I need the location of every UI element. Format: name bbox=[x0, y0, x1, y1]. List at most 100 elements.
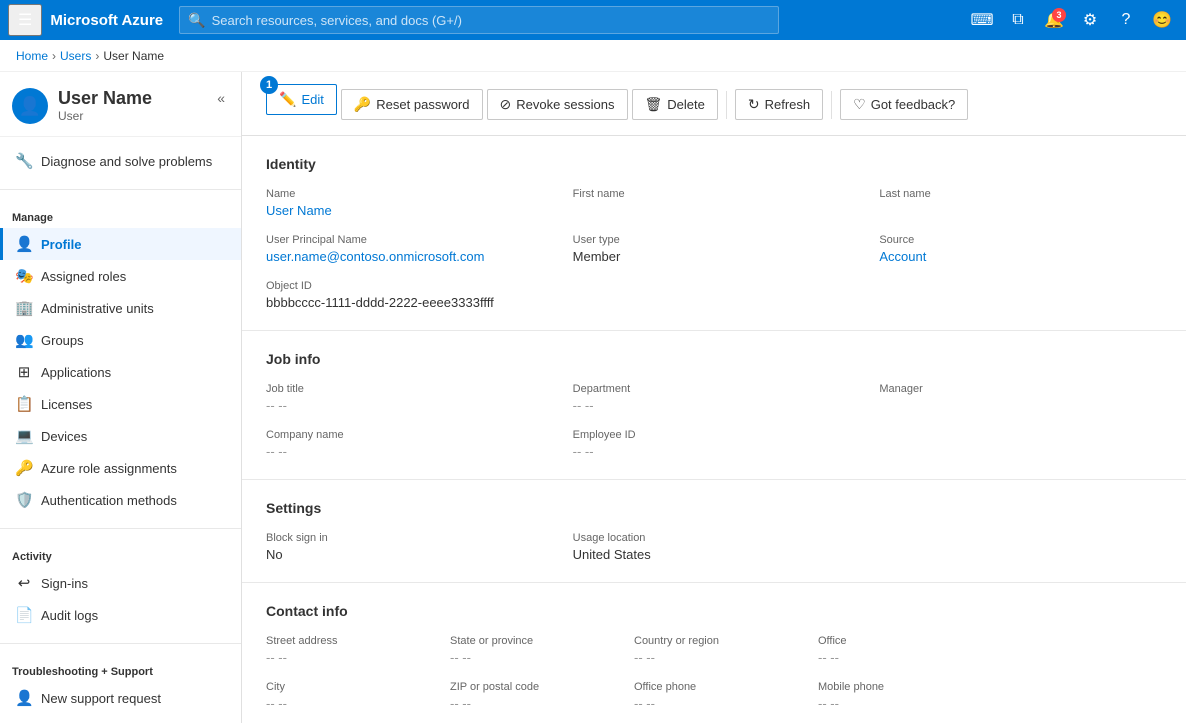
sidebar-item-azure-role[interactable]: 🔑 Azure role assignments bbox=[0, 452, 241, 484]
sidebar-item-new-support[interactable]: 👤 New support request bbox=[0, 682, 241, 714]
upn-value[interactable]: user.name@contoso.onmicrosoft.com bbox=[266, 249, 549, 264]
sidebar-item-admin-units[interactable]: 🏢 Administrative units bbox=[0, 292, 241, 324]
name-value[interactable]: User Name bbox=[266, 203, 549, 218]
first-name-field: First name bbox=[573, 188, 856, 218]
sidebar-groups-label: Groups bbox=[41, 333, 84, 348]
source-field: Source Account bbox=[879, 234, 1162, 264]
refresh-label: Refresh bbox=[765, 97, 811, 112]
sidebar-divider-2 bbox=[0, 528, 241, 529]
feedback-label: Got feedback? bbox=[871, 97, 956, 112]
sidebar-manage-section: Manage 👤 Profile 🎭 Assigned roles 🏢 Admi… bbox=[0, 194, 241, 524]
sidebar-divider-3 bbox=[0, 643, 241, 644]
zip-field: ZIP or postal code -- -- bbox=[450, 681, 610, 711]
country-value: -- -- bbox=[634, 650, 794, 665]
cloud-shell-button[interactable]: ⌨ bbox=[966, 4, 998, 36]
reset-password-button[interactable]: 🔑 Reset password bbox=[341, 89, 483, 120]
office-phone-value: -- -- bbox=[634, 696, 794, 711]
sidebar-item-profile[interactable]: 👤 Profile bbox=[0, 228, 241, 260]
upn-field: User Principal Name user.name@contoso.on… bbox=[266, 234, 549, 264]
feedback-button[interactable]: ♡ Got feedback? bbox=[840, 89, 968, 120]
department-field: Department -- -- bbox=[573, 383, 856, 413]
content-header: 1 ✏️ Edit 🔑 Reset password ⊘ Revoke sess… bbox=[242, 72, 1186, 136]
sidebar-user-name: User Name bbox=[58, 88, 152, 109]
department-label: Department bbox=[573, 383, 856, 395]
avatar: 👤 bbox=[12, 88, 48, 124]
object-id-label: Object ID bbox=[266, 280, 549, 292]
sidebar-item-groups[interactable]: 👥 Groups bbox=[0, 324, 241, 356]
contact-info-grid: Street address -- -- State or province -… bbox=[266, 635, 1162, 711]
search-icon: 🔍 bbox=[188, 12, 205, 29]
job-title-label: Job title bbox=[266, 383, 549, 395]
support-icon: 👤 bbox=[15, 689, 33, 707]
sidebar-assigned-roles-label: Assigned roles bbox=[41, 269, 126, 284]
office-label: Office bbox=[818, 635, 978, 647]
hamburger-menu[interactable]: ☰ bbox=[8, 4, 42, 36]
refresh-button[interactable]: ↻ Refresh bbox=[735, 89, 823, 120]
mobile-phone-value: -- -- bbox=[818, 696, 978, 711]
sidebar-item-assigned-roles[interactable]: 🎭 Assigned roles bbox=[0, 260, 241, 292]
object-id-value: bbbbcccc-1111-dddd-2222-eeee3333ffff bbox=[266, 295, 549, 310]
app-logo: Microsoft Azure bbox=[50, 12, 163, 29]
country-field: Country or region -- -- bbox=[634, 635, 794, 665]
delete-label: Delete bbox=[667, 97, 705, 112]
breadcrumb-users[interactable]: Users bbox=[60, 49, 91, 63]
revoke-sessions-label: Revoke sessions bbox=[516, 97, 614, 112]
breadcrumb-sep-2: › bbox=[95, 49, 99, 63]
block-signin-field: Block sign in No bbox=[266, 532, 549, 562]
settings-grid: Block sign in No Usage location United S… bbox=[266, 532, 1162, 562]
last-name-label: Last name bbox=[879, 188, 1162, 200]
top-navigation: ☰ Microsoft Azure 🔍 ⌨ ⧉ 🔔 3 ⚙ ? 😊 bbox=[0, 0, 1186, 40]
roles-icon: 🎭 bbox=[15, 267, 33, 285]
office-value: -- -- bbox=[818, 650, 978, 665]
licenses-icon: 📋 bbox=[15, 395, 33, 413]
sidebar-item-diagnose[interactable]: 🔧 Diagnose and solve problems bbox=[0, 145, 241, 177]
sidebar-user-role: User bbox=[58, 109, 152, 123]
settings-title: Settings bbox=[266, 500, 1162, 516]
wrench-icon: 🔧 bbox=[15, 152, 33, 170]
sidebar-item-devices[interactable]: 💻 Devices bbox=[0, 420, 241, 452]
sidebar-item-auth-methods[interactable]: 🛡️ Authentication methods bbox=[0, 484, 241, 516]
office-phone-label: Office phone bbox=[634, 681, 794, 693]
sidebar: 👤 User Name User « 🔧 Diagnose and solve … bbox=[0, 72, 242, 723]
search-bar[interactable]: 🔍 bbox=[179, 6, 779, 34]
first-name-label: First name bbox=[573, 188, 856, 200]
settings-button[interactable]: ⚙ bbox=[1074, 4, 1106, 36]
revoke-sessions-button[interactable]: ⊘ Revoke sessions bbox=[487, 89, 628, 120]
mobile-phone-label: Mobile phone bbox=[818, 681, 978, 693]
company-field: Company name -- -- bbox=[266, 429, 549, 459]
support-section-title: Troubleshooting + Support bbox=[0, 656, 241, 682]
account-button[interactable]: 😊 bbox=[1146, 4, 1178, 36]
source-value[interactable]: Account bbox=[879, 249, 1162, 264]
last-name-field: Last name bbox=[879, 188, 1162, 218]
sidebar-item-applications[interactable]: ⊞ Applications bbox=[0, 356, 241, 388]
help-button[interactable]: ? bbox=[1110, 4, 1142, 36]
delete-icon: 🗑 bbox=[645, 96, 663, 113]
notifications-button[interactable]: 🔔 3 bbox=[1038, 4, 1070, 36]
sidebar-azure-role-label: Azure role assignments bbox=[41, 461, 177, 476]
sidebar-admin-units-label: Administrative units bbox=[41, 301, 154, 316]
applications-icon: ⊞ bbox=[15, 363, 33, 381]
office-phone-field: Office phone -- -- bbox=[634, 681, 794, 711]
zip-value: -- -- bbox=[450, 696, 610, 711]
sidebar-collapse-button[interactable]: « bbox=[213, 88, 229, 108]
office-field: Office -- -- bbox=[818, 635, 978, 665]
manage-section-title: Manage bbox=[0, 202, 241, 228]
company-label: Company name bbox=[266, 429, 549, 441]
street-label: Street address bbox=[266, 635, 426, 647]
sidebar-item-licenses[interactable]: 📋 Licenses bbox=[0, 388, 241, 420]
state-value: -- -- bbox=[450, 650, 610, 665]
name-label: Name bbox=[266, 188, 549, 200]
user-type-label: User type bbox=[573, 234, 856, 246]
search-input[interactable] bbox=[212, 13, 771, 28]
street-field: Street address -- -- bbox=[266, 635, 426, 665]
name-field: Name User Name bbox=[266, 188, 549, 218]
contact-info-section: Contact info Street address -- -- State … bbox=[242, 583, 1186, 723]
directory-button[interactable]: ⧉ bbox=[1002, 4, 1034, 36]
delete-button[interactable]: 🗑 Delete bbox=[632, 89, 718, 120]
job-title-field: Job title -- -- bbox=[266, 383, 549, 413]
revoke-icon: ⊘ bbox=[500, 96, 512, 113]
user-type-value: Member bbox=[573, 249, 856, 264]
sidebar-item-audit-logs[interactable]: 📄 Audit logs bbox=[0, 599, 241, 631]
breadcrumb-home[interactable]: Home bbox=[16, 49, 48, 63]
sidebar-item-sign-ins[interactable]: ↩ Sign-ins bbox=[0, 567, 241, 599]
